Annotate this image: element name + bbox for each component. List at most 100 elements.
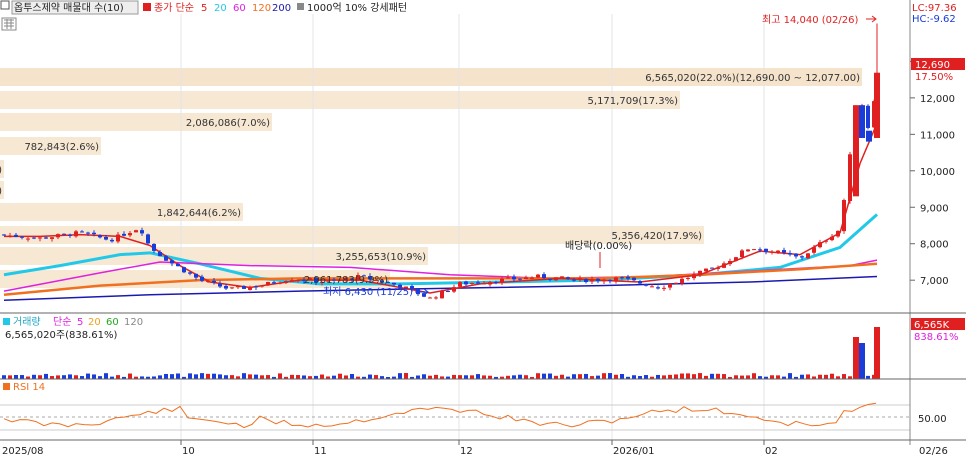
candle-body bbox=[272, 282, 276, 284]
x-label-dec: 12 bbox=[460, 446, 473, 457]
volume-bar bbox=[44, 373, 48, 379]
candle-body bbox=[14, 234, 18, 238]
stock-chart[interactable]: 6,565,020(22.0%)(12,690.00 ~ 12,077.00) 5… bbox=[0, 0, 966, 457]
price-axis: 7,0008,0009,00010,00011,00012,00013,000 bbox=[910, 57, 955, 287]
hc-label: HC:-9.62 bbox=[912, 14, 956, 25]
volume-bar bbox=[332, 375, 336, 379]
x-label-last: 02/26 bbox=[919, 446, 948, 457]
volume-bar bbox=[350, 373, 354, 379]
candle-body bbox=[542, 274, 546, 279]
price-tick-label: 7,000 bbox=[920, 276, 949, 287]
pattern-marker-icon bbox=[297, 3, 304, 10]
candle-body bbox=[464, 281, 468, 285]
candle-body bbox=[638, 281, 642, 284]
candle-body bbox=[824, 240, 828, 242]
candle-body bbox=[584, 279, 588, 283]
volume-bar bbox=[572, 374, 576, 379]
volume-bar bbox=[518, 374, 522, 379]
candle-body bbox=[2, 234, 6, 236]
pattern-label: 1000억 10% 강세패턴 bbox=[307, 2, 407, 14]
candle-body bbox=[596, 278, 600, 281]
volume-bar bbox=[656, 374, 660, 379]
candle-body bbox=[734, 257, 738, 261]
volume-bar bbox=[458, 375, 462, 379]
candle-body bbox=[710, 267, 714, 269]
ma60-label: 60 bbox=[233, 3, 246, 14]
candle-body bbox=[866, 105, 870, 128]
candle-body bbox=[476, 282, 480, 284]
volume-bar bbox=[86, 373, 90, 379]
volume-bar bbox=[296, 375, 300, 379]
candle-body bbox=[86, 232, 90, 234]
candle-body bbox=[482, 283, 486, 285]
volume-bar bbox=[194, 374, 198, 379]
candle-body bbox=[620, 277, 624, 279]
candle-body bbox=[752, 249, 756, 251]
volume-bar bbox=[842, 374, 846, 379]
candle-body bbox=[518, 278, 522, 280]
candle-body bbox=[440, 290, 444, 299]
candle-body bbox=[248, 286, 252, 290]
candle-body bbox=[434, 297, 438, 299]
candle-body bbox=[212, 280, 216, 283]
candle-body bbox=[458, 282, 462, 287]
volume-bar bbox=[68, 374, 72, 379]
candle-body bbox=[554, 277, 558, 281]
volume-bar bbox=[859, 343, 865, 379]
candle-body bbox=[50, 237, 54, 239]
x-label-nov: 11 bbox=[314, 446, 327, 457]
volume-bar bbox=[62, 375, 66, 379]
candle-body bbox=[278, 282, 282, 284]
volume-bar bbox=[398, 373, 402, 379]
rsi-level-label: 50.00 bbox=[918, 414, 947, 425]
volume-bar bbox=[290, 374, 294, 379]
volume-bar bbox=[668, 374, 672, 379]
volume-bar bbox=[746, 375, 750, 379]
x-label-oct: 10 bbox=[182, 446, 195, 457]
candle-body bbox=[686, 277, 690, 279]
volume-bar bbox=[680, 373, 684, 379]
candle-body bbox=[146, 234, 150, 244]
checkbox-icon[interactable] bbox=[0, 0, 10, 10]
candle-body bbox=[680, 278, 684, 284]
volume-bar bbox=[74, 375, 78, 379]
volume-bar bbox=[8, 375, 12, 379]
volume-bar bbox=[788, 373, 792, 379]
candle-body bbox=[254, 286, 258, 288]
volume-bar bbox=[164, 373, 168, 379]
volume-bar bbox=[662, 375, 666, 379]
volume-bar bbox=[806, 374, 810, 379]
candle-body bbox=[236, 286, 240, 288]
x-label-feb: 02 bbox=[765, 446, 778, 457]
candle-body bbox=[560, 276, 564, 279]
candle-body bbox=[446, 291, 450, 293]
volume-bar bbox=[92, 374, 96, 379]
volume-bar bbox=[338, 373, 342, 379]
candle-body bbox=[170, 260, 174, 264]
candle-body bbox=[296, 280, 300, 282]
ma-label: 종가 단순 bbox=[154, 2, 194, 14]
candle-body bbox=[698, 270, 702, 276]
candle-body bbox=[500, 278, 504, 283]
rsi-title: RSI 14 bbox=[13, 382, 45, 393]
price-tick-label: 12,000 bbox=[920, 94, 955, 105]
candle-body bbox=[38, 237, 42, 239]
volume-bar bbox=[608, 373, 612, 379]
candle-body bbox=[853, 105, 859, 197]
candle-body bbox=[260, 285, 264, 287]
volume-bar bbox=[170, 374, 174, 379]
candle-body bbox=[746, 249, 750, 252]
volume-bar bbox=[674, 374, 678, 379]
stock-title: 옵투스제약 매물대 수(10) bbox=[14, 2, 124, 14]
candle-body bbox=[866, 130, 872, 142]
volume-bar bbox=[524, 375, 528, 379]
volume-bar bbox=[470, 375, 474, 379]
volume-bar bbox=[578, 374, 582, 379]
volume-bar bbox=[464, 375, 468, 379]
volume-bar bbox=[158, 375, 162, 379]
candle-body bbox=[782, 250, 786, 253]
volume-ma60: 60 bbox=[106, 317, 119, 328]
volume-bar bbox=[824, 374, 828, 379]
candle-body bbox=[176, 263, 180, 267]
candle-body bbox=[512, 276, 516, 280]
